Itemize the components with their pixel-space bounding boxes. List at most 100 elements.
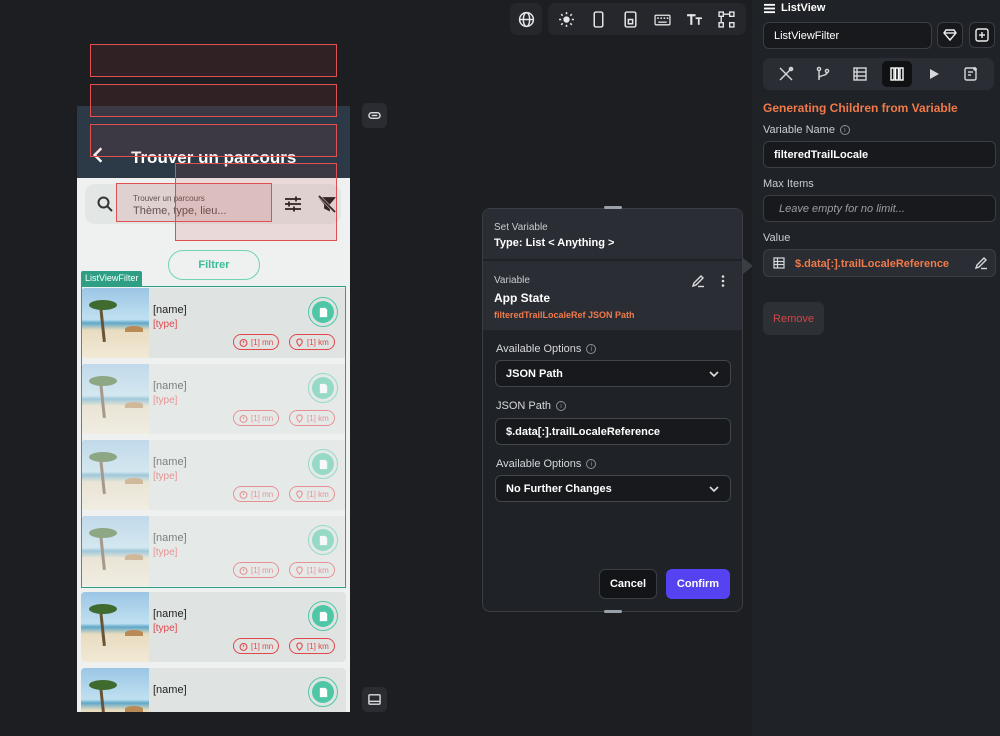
trail-type: [type]: [153, 319, 178, 330]
trail-type: [type]: [153, 547, 178, 558]
dialog-grip-bottom[interactable]: [604, 610, 622, 613]
resize-handle-top[interactable]: [362, 103, 387, 128]
timer-icon: [239, 642, 248, 651]
globe-icon[interactable]: [514, 6, 538, 32]
trail-badge-icon[interactable]: [308, 525, 338, 555]
search-icon: [97, 196, 113, 212]
trail-image: [81, 668, 149, 712]
trail-type: [type]: [153, 471, 178, 482]
chevron-down-icon: [709, 371, 719, 378]
sun-icon[interactable]: [552, 6, 580, 32]
trail-card[interactable]: [name] [type] [1] mn [1] km: [81, 516, 346, 586]
tab-animations[interactable]: [919, 61, 949, 87]
remove-button[interactable]: Remove: [763, 302, 824, 335]
dialog-grip-top[interactable]: [604, 206, 622, 209]
duration-chip: [1] mn: [233, 486, 280, 502]
json-path-input[interactable]: $.data[:].trailLocaleReference: [495, 418, 731, 445]
available-options-label-2: Available Options i: [496, 458, 597, 470]
trail-card[interactable]: [name]: [81, 668, 346, 712]
timer-icon: [239, 490, 248, 499]
play-icon: [930, 69, 940, 79]
trail-badge-icon[interactable]: [308, 449, 338, 479]
toolbar-group-device: [548, 3, 746, 35]
toolbar-group-locale: [510, 3, 542, 35]
panel-title: ListView: [764, 2, 825, 14]
diamond-icon[interactable]: [937, 22, 963, 48]
variable-name-input[interactable]: filteredTrailLocale: [763, 141, 996, 168]
tools-icon: [779, 66, 793, 81]
location-icon: [296, 489, 303, 499]
available-options-select-2[interactable]: No Further Changes: [495, 475, 731, 502]
duration-chip: [1] mn: [233, 562, 280, 578]
json-path-label: JSON Path i: [496, 400, 567, 412]
confirm-button[interactable]: Confirm: [666, 569, 730, 599]
trail-name: [name]: [153, 304, 187, 316]
phone-icon[interactable]: [584, 6, 612, 32]
tab-backend-query[interactable]: [845, 61, 875, 87]
trail-badge-icon[interactable]: [308, 297, 338, 327]
available-options-label: Available Options i: [496, 343, 597, 355]
resize-handle-bottom[interactable]: [362, 687, 387, 712]
add-component-icon[interactable]: [969, 22, 995, 48]
distance-chip: [1] km: [289, 486, 335, 502]
distance-chip: [1] km: [289, 562, 335, 578]
location-icon: [296, 413, 303, 423]
trail-name: [name]: [153, 684, 187, 696]
max-items-label: Max Items: [763, 178, 814, 190]
edit-icon[interactable]: [691, 274, 705, 288]
cancel-button[interactable]: Cancel: [599, 569, 657, 599]
trail-type: [type]: [153, 623, 178, 634]
more-vertical-icon[interactable]: [717, 274, 729, 288]
tab-actions[interactable]: [808, 61, 838, 87]
variable-name-label: Variable Name i: [763, 124, 850, 136]
trail-image: [81, 364, 149, 434]
trail-image: [81, 592, 149, 662]
widget-name-input[interactable]: ListViewFilter: [763, 22, 932, 49]
dialog-header: Set Variable Type: List < Anything >: [483, 209, 742, 259]
filter-button[interactable]: Filtrer: [168, 250, 260, 280]
duration-chip: [1] mn: [233, 334, 280, 350]
available-options-select[interactable]: JSON Path: [495, 360, 731, 387]
table-icon: [853, 67, 867, 81]
properties-panel: ListView ListViewFilter Generating Child…: [752, 0, 1000, 736]
variable-card[interactable]: Variable App State filteredTrailLocaleRe…: [483, 260, 742, 330]
trail-card[interactable]: [name] [type] [1] mn [1] km: [81, 440, 346, 510]
tab-notes[interactable]: [956, 61, 986, 87]
trail-card[interactable]: [name] [type] [1] mn [1] km: [81, 288, 346, 358]
trail-card[interactable]: [name] [type] [1] mn [1] km: [81, 364, 346, 434]
location-icon: [296, 641, 303, 651]
trail-card[interactable]: [name] [type] [1] mn [1] km: [81, 592, 346, 662]
tablet-icon[interactable]: [616, 6, 644, 32]
chevron-down-icon: [709, 486, 719, 493]
keyboard-icon[interactable]: [648, 6, 676, 32]
layout-icon[interactable]: [712, 6, 740, 32]
distance-chip: [1] km: [289, 334, 335, 350]
value-field[interactable]: $.data[:].trailLocaleReference: [763, 249, 996, 277]
overlay-box: [90, 44, 337, 77]
overlay-box: [90, 84, 337, 117]
note-add-icon: [964, 67, 978, 81]
location-icon: [296, 565, 303, 575]
overlay-box: [90, 124, 337, 157]
listview-tag: ListViewFilter: [81, 271, 143, 287]
set-variable-dialog: Set Variable Type: List < Anything > Var…: [482, 206, 743, 613]
trail-type: [type]: [153, 395, 178, 406]
trail-badge-icon[interactable]: [308, 677, 338, 707]
trail-badge-icon[interactable]: [308, 373, 338, 403]
trail-badge-icon[interactable]: [308, 601, 338, 631]
dialog-header-type: Type: List < Anything >: [494, 237, 615, 249]
value-label: Value: [763, 232, 791, 244]
variable-label: Variable: [494, 275, 530, 286]
duration-chip: [1] mn: [233, 638, 280, 654]
tab-properties[interactable]: [771, 61, 801, 87]
timer-icon: [239, 414, 248, 423]
trail-image: [81, 288, 149, 358]
distance-chip: [1] km: [289, 410, 335, 426]
max-items-input[interactable]: Leave empty for no limit...: [763, 195, 996, 222]
info-icon: i: [839, 125, 850, 135]
tab-generate-children[interactable]: [882, 61, 913, 87]
edit-icon[interactable]: [974, 256, 988, 270]
duration-chip: [1] mn: [233, 410, 280, 426]
text-size-icon[interactable]: [680, 6, 708, 32]
info-icon: i: [586, 344, 597, 354]
